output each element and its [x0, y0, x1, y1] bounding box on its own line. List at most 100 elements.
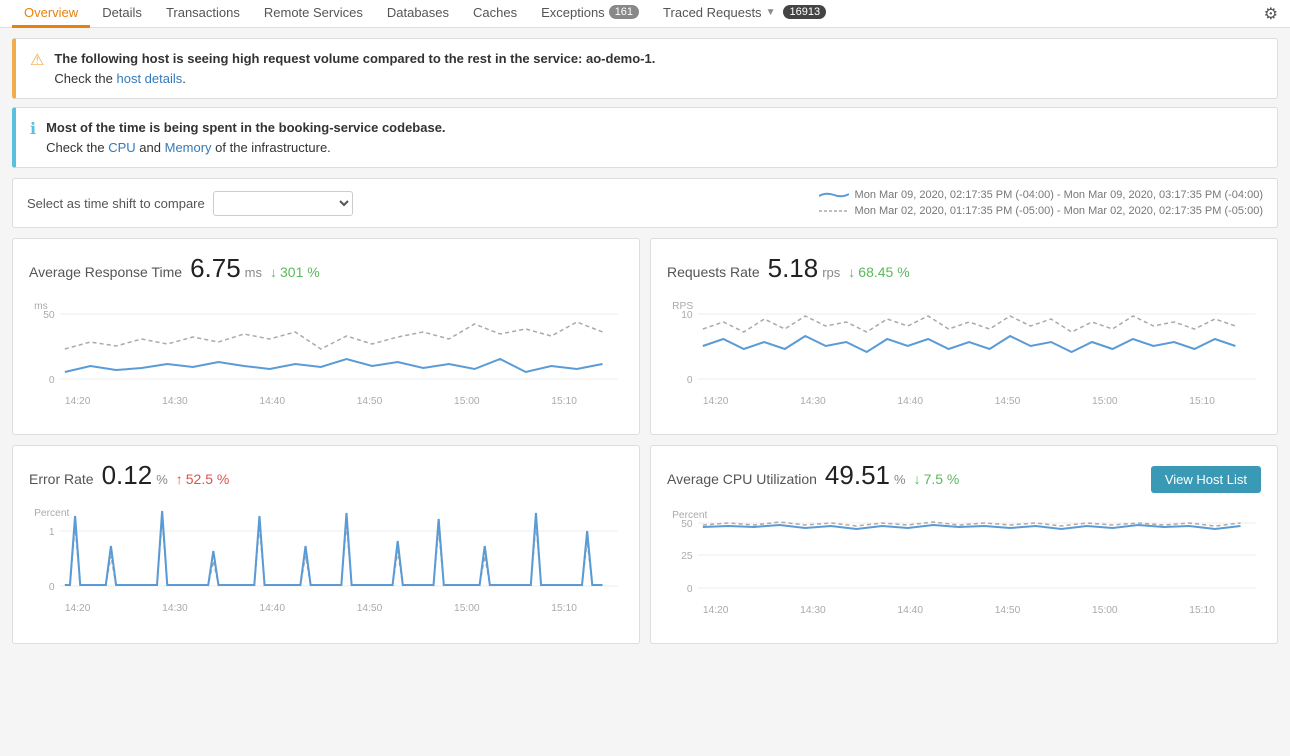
chart-svg-requests-rate: 10 0 RPS 14:20 14:30 14:40 14:50 15:00 1… [667, 294, 1261, 424]
svg-text:15:00: 15:00 [1092, 396, 1118, 407]
nav-item-traced-requests[interactable]: Traced Requests ▼ 16913 [651, 0, 838, 28]
svg-text:14:20: 14:20 [703, 396, 729, 407]
legend-dashed-text: Mon Mar 02, 2020, 01:17:35 PM (-05:00) -… [855, 205, 1263, 217]
metric-change-error-rate: ↑ 52.5 % [176, 471, 230, 487]
svg-text:14:50: 14:50 [357, 603, 383, 614]
svg-text:15:10: 15:10 [551, 603, 577, 614]
nav-item-caches[interactable]: Caches [461, 0, 529, 28]
time-shift-label: Select as time shift to compare [27, 191, 353, 216]
svg-text:15:00: 15:00 [454, 603, 480, 614]
legend-dashed-line-icon [819, 207, 849, 215]
svg-text:0: 0 [687, 584, 693, 595]
metric-unit-error-rate: % [156, 472, 168, 487]
chart-svg-error-rate: 1 0 Percent 14:20 14:30 14:40 14:50 15:0… [29, 501, 623, 631]
svg-text:15:00: 15:00 [454, 396, 480, 407]
warning-alert-text: The following host is seeing high reques… [54, 49, 655, 88]
warning-bold: The following host is seeing high reques… [54, 51, 655, 66]
metric-value-requests-rate: 5.18 [768, 253, 819, 284]
svg-text:14:50: 14:50 [357, 396, 383, 407]
metric-card-avg-cpu: Average CPU Utilization 49.51 % ↓ 7.5 % … [650, 445, 1278, 644]
exceptions-badge: 161 [609, 5, 639, 19]
svg-text:Percent: Percent [672, 510, 707, 521]
legend-solid-text: Mon Mar 09, 2020, 02:17:35 PM (-04:00) -… [855, 189, 1263, 201]
svg-text:14:50: 14:50 [995, 605, 1021, 616]
metric-change-value-avg-response-time: 301 % [280, 264, 320, 280]
chart-requests-rate: 10 0 RPS 14:20 14:30 14:40 14:50 15:00 1… [667, 294, 1261, 424]
chart-svg-avg-cpu: 50 25 0 Percent 14:20 14:30 14:40 14:50 … [667, 503, 1261, 633]
info-alert: ℹ Most of the time is being spent in the… [12, 107, 1278, 168]
svg-text:RPS: RPS [672, 301, 693, 312]
metric-title-avg-response-time: Average Response Time [29, 264, 182, 280]
warning-alert: ⚠ The following host is seeing high requ… [12, 38, 1278, 99]
nav-label-transactions: Transactions [166, 5, 240, 20]
svg-text:0: 0 [49, 375, 55, 386]
metric-header-avg-response-time: Average Response Time 6.75 ms ↓ 301 % [29, 253, 623, 284]
memory-link[interactable]: Memory [165, 140, 212, 155]
metric-unit-avg-cpu: % [894, 472, 906, 487]
chart-avg-cpu: 50 25 0 Percent 14:20 14:30 14:40 14:50 … [667, 503, 1261, 633]
metric-card-error-rate: Error Rate 0.12 % ↑ 52.5 % 1 0 Percent 1… [12, 445, 640, 644]
warning-icon: ⚠ [30, 50, 44, 70]
svg-text:0: 0 [49, 582, 55, 593]
chart-legend: Mon Mar 09, 2020, 02:17:35 PM (-04:00) -… [819, 189, 1263, 217]
down-arrow-icon: ↓ [270, 264, 277, 280]
nav-item-exceptions[interactable]: Exceptions 161 [529, 0, 651, 28]
metric-unit-requests-rate: rps [822, 265, 840, 280]
down-arrow-icon-cpu: ↓ [914, 471, 921, 487]
legend-row-dashed: Mon Mar 02, 2020, 01:17:35 PM (-05:00) -… [819, 205, 1263, 217]
nav-item-databases[interactable]: Databases [375, 0, 461, 28]
metric-value-avg-cpu: 49.51 [825, 460, 890, 491]
time-shift-bar: Select as time shift to compare Mon Mar … [12, 178, 1278, 228]
svg-text:ms: ms [34, 301, 48, 312]
nav-item-details[interactable]: Details [90, 0, 154, 28]
metric-title-error-rate: Error Rate [29, 471, 94, 487]
info-icon: ℹ [30, 119, 36, 139]
top-navigation: Overview Details Transactions Remote Ser… [0, 0, 1290, 28]
info-alert-text: Most of the time is being spent in the b… [46, 118, 445, 157]
info-bold: Most of the time is being spent in the b… [46, 120, 445, 135]
svg-text:15:00: 15:00 [1092, 605, 1118, 616]
metric-change-value-error-rate: 52.5 % [186, 471, 230, 487]
svg-text:14:40: 14:40 [897, 396, 923, 407]
down-arrow-icon-rr: ↓ [848, 264, 855, 280]
svg-text:14:30: 14:30 [162, 603, 188, 614]
metric-unit-avg-response-time: ms [245, 265, 262, 280]
svg-text:0: 0 [687, 375, 693, 386]
metric-change-value-requests-rate: 68.45 % [858, 264, 909, 280]
metric-header-avg-cpu: Average CPU Utilization 49.51 % ↓ 7.5 % … [667, 460, 1261, 493]
chart-error-rate: 1 0 Percent 14:20 14:30 14:40 14:50 15:0… [29, 501, 623, 631]
nav-label-exceptions: Exceptions [541, 5, 605, 20]
nav-item-remote-services[interactable]: Remote Services [252, 0, 375, 28]
metric-change-avg-response-time: ↓ 301 % [270, 264, 320, 280]
metric-change-requests-rate: ↓ 68.45 % [848, 264, 909, 280]
traced-requests-badge: 16913 [783, 5, 826, 19]
metric-value-error-rate: 0.12 [102, 460, 153, 491]
view-host-list-button[interactable]: View Host List [1151, 466, 1261, 493]
alerts-section: ⚠ The following host is seeing high requ… [0, 28, 1290, 178]
nav-label-remote-services: Remote Services [264, 5, 363, 20]
cpu-link[interactable]: CPU [108, 140, 135, 155]
nav-label-traced-requests: Traced Requests [663, 5, 762, 20]
svg-text:15:10: 15:10 [551, 396, 577, 407]
svg-text:14:30: 14:30 [800, 605, 826, 616]
svg-text:14:30: 14:30 [162, 396, 188, 407]
chart-svg-avg-response-time: 50 0 ms 14:20 14:30 14:40 14:50 15:00 15… [29, 294, 623, 424]
svg-text:14:20: 14:20 [65, 603, 91, 614]
svg-text:14:40: 14:40 [259, 603, 285, 614]
nav-item-overview[interactable]: Overview [12, 0, 90, 28]
svg-text:14:40: 14:40 [259, 396, 285, 407]
metric-title-avg-cpu: Average CPU Utilization [667, 471, 817, 487]
svg-text:25: 25 [681, 551, 693, 562]
metric-value-avg-response-time: 6.75 [190, 253, 241, 284]
svg-text:14:20: 14:20 [65, 396, 91, 407]
nav-item-transactions[interactable]: Transactions [154, 0, 252, 28]
metric-header-requests-rate: Requests Rate 5.18 rps ↓ 68.45 % [667, 253, 1261, 284]
host-details-link[interactable]: host details [117, 71, 183, 86]
svg-text:14:40: 14:40 [897, 605, 923, 616]
metric-card-requests-rate: Requests Rate 5.18 rps ↓ 68.45 % 10 0 RP… [650, 238, 1278, 435]
settings-icon[interactable]: ⚙ [1264, 4, 1278, 24]
legend-solid-line-icon [819, 191, 849, 199]
chart-avg-response-time: 50 0 ms 14:20 14:30 14:40 14:50 15:00 15… [29, 294, 623, 424]
legend-row-solid: Mon Mar 09, 2020, 02:17:35 PM (-04:00) -… [819, 189, 1263, 201]
time-shift-select[interactable] [213, 191, 353, 216]
